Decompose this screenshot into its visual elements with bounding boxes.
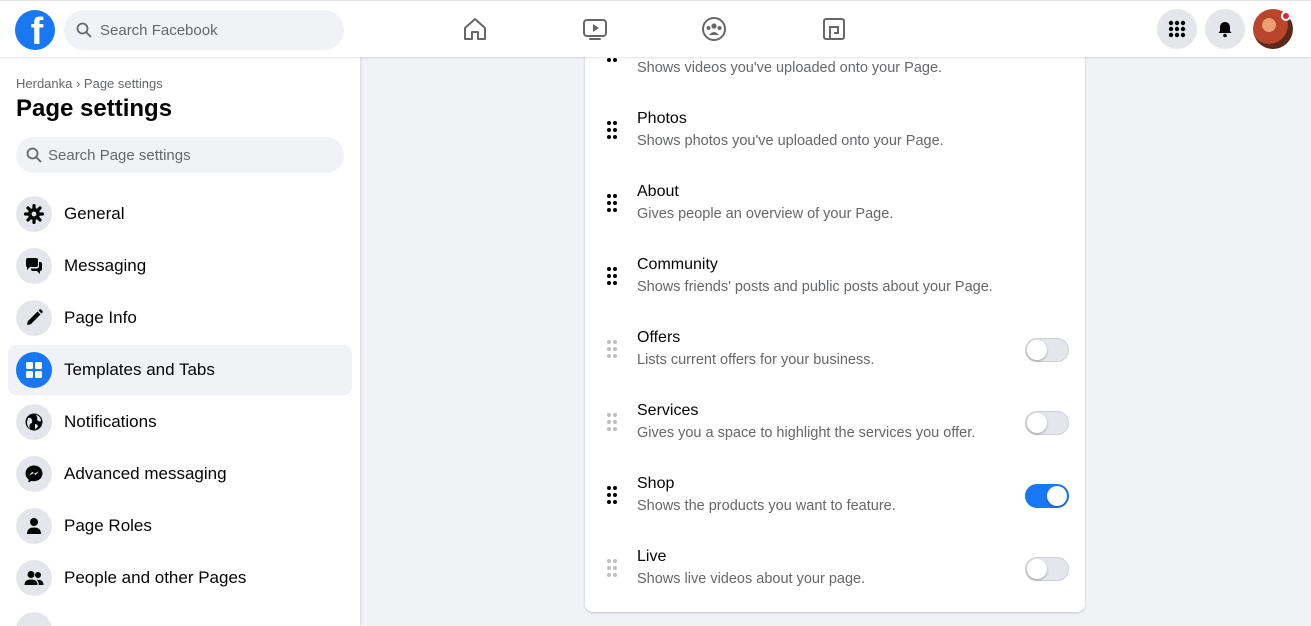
sidebar-item-notifications[interactable]: Notifications [8, 397, 352, 447]
tab-row-shop: Shop Shows the products you want to feat… [585, 468, 1085, 538]
home-icon[interactable] [460, 14, 490, 44]
search-icon [76, 22, 92, 38]
tab-description: Gives people an overview of your Page. [637, 206, 894, 222]
tab-row-live: Live Shows live videos about your page. [585, 541, 1085, 611]
tab-title: Shop [637, 475, 675, 492]
search-placeholder: Search Facebook [100, 21, 218, 39]
tab-title: Live [637, 548, 667, 565]
search-placeholder: Search Page settings [48, 146, 191, 164]
drag-handle-icon[interactable] [607, 413, 619, 433]
tab-row-about: About Gives people an overview of your P… [585, 176, 1085, 246]
drag-handle-icon[interactable] [607, 486, 619, 506]
tab-description: Shows friends' posts and public posts ab… [637, 279, 993, 295]
sidebar-item-advanced-messaging[interactable]: Advanced messaging [8, 449, 352, 499]
sidebar-item-label: Messaging [64, 256, 147, 275]
sidebar-item-label: Page Roles [64, 516, 152, 535]
search-page-settings-input[interactable]: Search Page settings [16, 137, 344, 173]
pencil-icon [16, 300, 52, 336]
grid-icon [16, 352, 52, 388]
toggle-knob [1047, 486, 1067, 506]
tab-title: Offers [637, 329, 681, 346]
search-icon [26, 147, 42, 163]
sidebar-item-label: Notifications [64, 412, 157, 431]
shop-toggle[interactable] [1025, 484, 1069, 508]
tab-description: Shows the products you want to feature. [637, 498, 896, 514]
drag-handle-icon[interactable] [607, 267, 619, 287]
sidebar-item-templates-and-tabs[interactable]: Templates and Tabs [8, 345, 352, 395]
people-icon [16, 612, 52, 626]
tab-description: Shows live videos about your page. [637, 571, 866, 587]
page-title: Page settings [16, 95, 173, 122]
messenger-icon [16, 456, 52, 492]
services-toggle[interactable] [1025, 411, 1069, 435]
tab-row-services: Services Gives you a space to highlight … [585, 395, 1085, 465]
person-icon [16, 508, 52, 544]
drag-handle-icon[interactable] [607, 340, 619, 360]
breadcrumb[interactable]: Herdanka › Page settings [16, 76, 163, 91]
tab-description: Shows videos you've uploaded onto your P… [637, 60, 943, 76]
sidebar-item-partially-visible[interactable] [8, 605, 352, 626]
tab-title: Photos [637, 110, 687, 127]
gaming-icon[interactable] [819, 14, 849, 44]
toggle-knob [1027, 559, 1047, 579]
facebook-logo[interactable]: f [15, 10, 55, 50]
drag-handle-icon[interactable] [607, 559, 619, 579]
gear-icon [16, 196, 52, 232]
tab-row-photos: Photos Shows photos you've uploaded onto… [585, 103, 1085, 173]
tab-description: Lists current offers for your business. [637, 352, 875, 368]
sidebar-item-people-and-other-pages[interactable]: People and other Pages [8, 553, 352, 603]
drag-handle-icon[interactable] [607, 194, 619, 214]
sidebar-item-messaging[interactable]: Messaging [8, 241, 352, 291]
sidebar-item-label: Advanced messaging [64, 464, 227, 483]
tab-title: About [637, 183, 679, 200]
tab-row-offers: Offers Lists current offers for your bus… [585, 322, 1085, 392]
sidebar-item-label: Templates and Tabs [64, 360, 215, 379]
settings-sidebar: Herdanka › Page settings Page settings S… [0, 57, 360, 626]
offers-toggle[interactable] [1025, 338, 1069, 362]
tab-description: Shows photos you've uploaded onto your P… [637, 133, 944, 149]
notification-badge [1281, 11, 1291, 21]
tab-description: Gives you a space to highlight the servi… [637, 425, 976, 441]
sidebar-item-label: Page Info [64, 308, 137, 327]
sidebar-item-label: General [64, 204, 125, 223]
menu-grid-icon[interactable] [1157, 9, 1197, 49]
notifications-bell-icon[interactable] [1205, 9, 1245, 49]
globe-icon [16, 404, 52, 440]
toggle-knob [1027, 413, 1047, 433]
tab-title: Community [637, 256, 718, 273]
watch-icon[interactable] [580, 14, 610, 44]
sidebar-item-page-info[interactable]: Page Info [8, 293, 352, 343]
live-toggle[interactable] [1025, 557, 1069, 581]
facebook-search-input[interactable]: Search Facebook [64, 10, 344, 50]
groups-icon[interactable] [699, 14, 729, 44]
tabs-card: Shows videos you've uploaded onto your P… [585, 40, 1085, 612]
people-icon [16, 560, 52, 596]
sidebar-item-general[interactable]: General [8, 189, 352, 239]
drag-handle-icon[interactable] [607, 54, 619, 74]
tab-row-community: Community Shows friends' posts and publi… [585, 249, 1085, 319]
tab-title: Services [637, 402, 699, 419]
sidebar-item-label: People and other Pages [64, 568, 247, 587]
toggle-knob [1027, 340, 1047, 360]
sidebar-item-page-roles[interactable]: Page Roles [8, 501, 352, 551]
top-navigation-bar: f Search Facebook [0, 0, 1311, 57]
drag-handle-icon[interactable] [607, 121, 619, 141]
messaging-icon [16, 248, 52, 284]
